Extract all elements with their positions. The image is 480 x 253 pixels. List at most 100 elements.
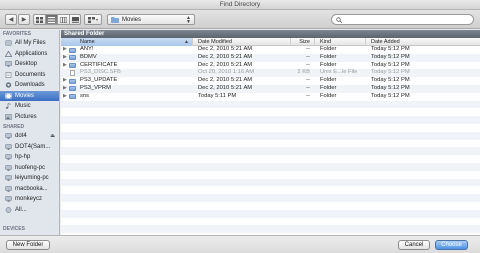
empty-row: [61, 131, 480, 140]
cover-flow-view-button[interactable]: [69, 14, 81, 25]
table-row[interactable]: PS3_DISC.SFB Oct 20, 2010 1:16 AM 2 KB Unix…: [61, 69, 480, 78]
section-header: Shared Folder: [61, 30, 480, 38]
back-button[interactable]: ◀: [5, 14, 17, 25]
list-view-button[interactable]: [45, 14, 57, 25]
sidebar-item-all-shared[interactable]: All...: [0, 205, 59, 216]
chevron-left-icon: ◀: [8, 17, 14, 23]
sidebar-item-leiyuming-pc[interactable]: leiyuming-pc: [0, 173, 59, 184]
column-header-label: Size: [299, 39, 310, 45]
disclosure-triangle-icon[interactable]: ▶: [63, 54, 67, 62]
folder-icon: [69, 63, 76, 69]
column-header-size[interactable]: Size: [290, 38, 314, 46]
disclosure-triangle-icon[interactable]: ▶: [63, 85, 67, 93]
sidebar-item-label: Applications: [15, 50, 48, 57]
column-header-kind[interactable]: Kind: [314, 38, 365, 46]
table-row[interactable]: ▶ sns Today 5:11 PM -- Folder Today 5:12 PM: [61, 93, 480, 101]
window-title: Find Directory: [219, 1, 261, 8]
sidebar-item-dot4-sam[interactable]: DOT4(Sam...: [0, 142, 59, 153]
kind-cell: Folder: [320, 61, 337, 68]
sidebar-item-macbooka[interactable]: macbooka...: [0, 184, 59, 195]
sidebar-item-label: DOT4(Sam...: [15, 143, 51, 150]
table-row[interactable]: ▶ ANY! Dec 2, 2010 5:21 AM -- Folder Today 5:…: [61, 46, 480, 54]
downloads-icon: [5, 82, 12, 88]
table-row[interactable]: ▶ PS3_VPRM Dec 2, 2010 5:21 AM -- Folder Toda…: [61, 84, 480, 93]
sidebar-item-all-my-files[interactable]: All My Files: [0, 38, 59, 49]
kind-cell: Folder: [320, 53, 337, 60]
sort-ascending-icon: ▲: [184, 39, 189, 45]
name-cell: PS3_UPDATE: [80, 77, 118, 84]
search-field[interactable]: [331, 14, 474, 25]
disclosure-triangle-icon[interactable]: ▶: [63, 93, 67, 101]
server-icon: [5, 144, 12, 150]
empty-row: [61, 162, 480, 171]
sidebar-item-huofeng-pc[interactable]: huofeng-pc: [0, 163, 59, 174]
table-row[interactable]: ▶ CERTIFICATE Dec 2, 2010 5:21 AM -- Folder T…: [61, 62, 480, 70]
sidebar-item-label: dot4: [15, 133, 27, 140]
music-icon: [5, 103, 12, 110]
new-folder-button[interactable]: New Folder: [6, 240, 50, 250]
sidebar-item-hp-hp[interactable]: hp-hp: [0, 152, 59, 163]
name-cell: ANY!: [80, 46, 94, 52]
empty-row: [61, 108, 480, 116]
sidebar-item-label: Desktop: [15, 61, 38, 68]
documents-icon: [5, 71, 12, 78]
sidebar-item-documents[interactable]: Documents: [0, 70, 59, 81]
sidebar-item-label: monkeycz: [15, 196, 43, 203]
disclosure-triangle-icon[interactable]: ▶: [63, 62, 67, 70]
disclosure-triangle-icon[interactable]: ▶: [63, 77, 67, 85]
size-cell: 2 KB: [297, 69, 310, 76]
sidebar-item-pictures[interactable]: Pictures: [0, 112, 59, 123]
date-modified-cell: Dec 2, 2010 5:21 AM: [198, 84, 253, 91]
eject-icon[interactable]: ⏏: [50, 133, 55, 139]
sidebar-item-movies[interactable]: Movies: [0, 90, 59, 101]
empty-row: [61, 171, 480, 179]
folder-icon: [69, 86, 76, 92]
table-row[interactable]: ▶ BDMV Dec 2, 2010 5:21 AM -- Folder Today 5:…: [61, 53, 480, 62]
sidebar-item-desktop[interactable]: Desktop: [0, 59, 59, 70]
sidebar-item-applications[interactable]: Applications: [0, 49, 59, 60]
arrange-menu-button[interactable]: [84, 14, 102, 25]
column-view-button[interactable]: [57, 14, 69, 25]
disclosure-triangle-icon[interactable]: ▶: [63, 46, 67, 54]
sidebar-item-downloads[interactable]: Downloads: [0, 80, 59, 91]
server-icon: [5, 165, 12, 171]
date-modified-cell: Dec 2, 2010 5:21 AM: [198, 53, 253, 60]
sidebar-item-dot4[interactable]: dot4 ⏏: [0, 131, 59, 142]
forward-button[interactable]: ▶: [18, 14, 30, 25]
column-header-date-added[interactable]: Date Added: [365, 38, 480, 46]
folder-icon: [69, 78, 76, 84]
network-icon: [5, 206, 12, 213]
sidebar-item-music[interactable]: Music: [0, 101, 59, 112]
movies-icon: [5, 93, 12, 99]
cancel-button[interactable]: Cancel: [398, 240, 430, 250]
folder-icon: [69, 47, 76, 53]
sidebar-item-label: Music: [15, 103, 31, 110]
dialog-footer: New Folder Cancel Choose: [0, 235, 480, 253]
column-header-name[interactable]: Name ▲: [61, 38, 192, 46]
choose-button[interactable]: Choose: [435, 240, 468, 250]
table-row[interactable]: ▶ PS3_UPDATE Dec 2, 2010 5:21 AM -- Folder To…: [61, 77, 480, 85]
name-cell: PS3_VPRM: [80, 84, 111, 91]
location-popup[interactable]: Movies ▲ ▼: [107, 14, 195, 25]
date-added-cell: Today 5:12 PM: [371, 77, 410, 84]
applications-icon: [5, 50, 12, 57]
icon-view-button[interactable]: [33, 14, 45, 25]
sidebar-item-label: Documents: [15, 71, 46, 78]
size-cell: --: [306, 61, 310, 68]
empty-row: [61, 124, 480, 132]
date-modified-cell: Dec 2, 2010 5:21 AM: [198, 46, 253, 52]
date-added-cell: Today 5:12 PM: [371, 61, 410, 68]
sidebar-item-monkeycz[interactable]: monkeycz: [0, 194, 59, 205]
date-added-cell: Today 5:12 PM: [371, 92, 410, 99]
server-icon: [5, 186, 12, 192]
favorites-header: FAVORITES: [3, 31, 31, 37]
column-header-date-modified[interactable]: Date Modified: [192, 38, 290, 46]
pictures-icon: [5, 114, 12, 120]
sidebar-item-label: Pictures: [15, 113, 37, 120]
server-icon: [5, 175, 12, 182]
icon-view-icon: [36, 16, 43, 23]
empty-row: [61, 218, 480, 226]
folder-icon: [69, 55, 76, 61]
date-modified-cell: Dec 2, 2010 5:21 AM: [198, 61, 253, 68]
empty-row: [61, 178, 480, 187]
